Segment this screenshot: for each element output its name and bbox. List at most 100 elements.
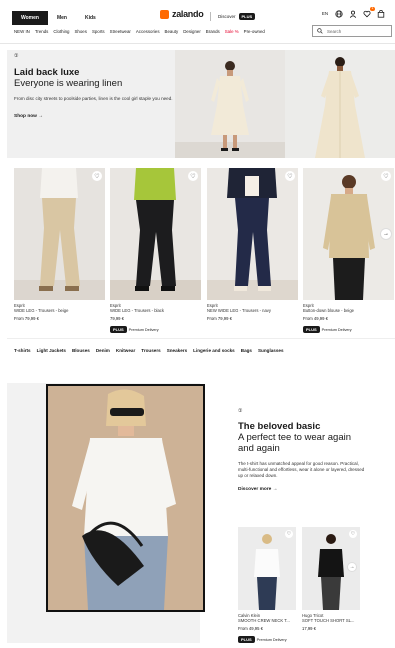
hero-text: ① Laid back luxe Everyone is wearing lin…: [14, 50, 174, 119]
logo-text: zalando: [172, 9, 204, 19]
product-price: From 79,99 €: [207, 316, 232, 321]
wishlist-heart-icon[interactable]: ♡: [349, 530, 357, 538]
zalando-logo-icon: [160, 9, 169, 19]
product-image[interactable]: ♡: [207, 168, 298, 300]
premium-delivery-label: Premium Delivery: [256, 637, 287, 642]
category-link[interactable]: Sunglasses: [258, 348, 284, 353]
language-selector[interactable]: EN: [321, 10, 329, 18]
discover-more-link[interactable]: Discover more →: [238, 487, 368, 492]
hero-description: From disc city streets to poolside parti…: [14, 96, 173, 101]
product-name: NEW WIDE LEG - Trousers - navy: [207, 308, 271, 313]
zalando-logo[interactable]: zalando: [160, 9, 204, 19]
premium-delivery: PLUS Premium Delivery: [110, 326, 201, 333]
basic-text: ① The beloved basic A perfect tee to wea…: [238, 408, 368, 492]
product-image[interactable]: ♡: [238, 527, 296, 610]
header-divider: [0, 43, 395, 44]
nav-sports[interactable]: Sports: [92, 29, 105, 34]
wishlist-heart-icon[interactable]: ♡: [381, 171, 391, 181]
sponsored-info-icon[interactable]: ①: [14, 53, 174, 59]
category-link[interactable]: Trousers: [141, 348, 160, 353]
header-icons: EN 1: [321, 6, 385, 18]
product-card[interactable]: ♡ Esprit Button-down blouse - beige From…: [303, 168, 394, 333]
nav-new-in[interactable]: NEW IN: [14, 29, 30, 34]
category-link[interactable]: Sneakers: [167, 348, 187, 353]
premium-delivery: PLUS Premium Delivery: [303, 326, 394, 333]
gender-tabs: Women Men Kids: [12, 11, 105, 25]
nav-shoes[interactable]: Shoes: [74, 29, 86, 34]
product-price: From 79,99 €: [14, 316, 39, 321]
tab-men[interactable]: Men: [48, 11, 76, 25]
product-price: From 49,95 €: [238, 626, 263, 631]
search-placeholder: Search: [327, 28, 342, 34]
category-link[interactable]: Blouses: [72, 348, 90, 353]
chevron-right-icon: →: [383, 231, 389, 237]
product-card[interactable]: ♡ Calvin Klein SMOOTH CREW NECK T... Fro…: [238, 527, 296, 643]
hero-image-left[interactable]: [175, 50, 285, 158]
nav-designer[interactable]: Designer: [183, 29, 201, 34]
tab-women[interactable]: Women: [12, 11, 48, 25]
category-link[interactable]: Lingerie and socks: [193, 348, 235, 353]
nav-pre-owned[interactable]: Pre-owned: [244, 29, 265, 34]
product-card[interactable]: ♡ Esprit NEW WIDE LEG - Trousers - navy …: [207, 168, 298, 321]
product-image[interactable]: ♡: [110, 168, 201, 300]
product-image[interactable]: ♡: [14, 168, 105, 300]
divider: [210, 12, 211, 21]
discover-label: Discover: [218, 14, 236, 19]
plus-badge: PLUS: [238, 636, 255, 643]
plus-badge: PLUS: [303, 326, 320, 333]
premium-delivery: PLUS Premium Delivery: [238, 636, 296, 643]
product-card[interactable]: ♡ Esprit WIDE LEG - Trousers - beige Fro…: [14, 168, 105, 321]
hero-title: Laid back luxe: [14, 67, 80, 78]
category-link[interactable]: Light Jackets: [37, 348, 66, 353]
search-icon: [317, 28, 323, 34]
product-price: 17,99 €: [302, 626, 316, 631]
product-name: SOFT TOUCH SHORT SL...: [302, 618, 355, 623]
product-name: WIDE LEG - Trousers - beige: [14, 308, 69, 313]
product-name: WIDE LEG - Trousers - black: [110, 308, 164, 313]
carousel-next-button[interactable]: →: [380, 228, 392, 240]
wishlist-heart-icon[interactable]: ♡: [285, 171, 295, 181]
discover-plus[interactable]: Discover PLUS: [210, 12, 256, 21]
editorial-image[interactable]: [46, 384, 205, 612]
category-link[interactable]: Knitwear: [116, 348, 135, 353]
plus-badge: PLUS: [238, 13, 256, 20]
category-link[interactable]: Bags: [241, 348, 252, 353]
hero-image-right[interactable]: [285, 50, 395, 158]
plus-badge: PLUS: [110, 326, 127, 333]
category-links: T-shirts Light Jackets Blouses Denim Kni…: [14, 348, 284, 353]
category-link[interactable]: Denim: [96, 348, 110, 353]
wishlist-heart-icon[interactable]: 1: [363, 6, 375, 18]
nav-clothing[interactable]: Clothing: [53, 29, 69, 34]
product-card[interactable]: ♡ Hugo Tricot SOFT TOUCH SHORT SL... 17,…: [302, 527, 360, 631]
hero-subtitle: Everyone is wearing linen: [14, 78, 123, 89]
product-name: Button-down blouse - beige: [303, 308, 354, 313]
chevron-right-icon: →: [349, 564, 355, 570]
tab-kids[interactable]: Kids: [76, 11, 105, 25]
product-name: SMOOTH CREW NECK T...: [238, 618, 290, 623]
product-card[interactable]: ♡ Esprit WIDE LEG - Trousers - black 79,…: [110, 168, 201, 333]
nav-sale[interactable]: Sale %: [225, 29, 239, 34]
wishlist-heart-icon[interactable]: ♡: [188, 171, 198, 181]
premium-delivery-label: Premium Delivery: [321, 327, 352, 332]
main-nav: NEW IN Trends Clothing Shoes Sports Stre…: [14, 29, 265, 34]
section-divider: [7, 338, 395, 339]
wishlist-count-badge: 1: [370, 6, 375, 11]
wishlist-heart-icon[interactable]: ♡: [92, 171, 102, 181]
category-link[interactable]: T-shirts: [14, 348, 31, 353]
basic-description: The t-shirt has unmatched appeal for goo…: [238, 461, 365, 478]
nav-trends[interactable]: Trends: [35, 29, 49, 34]
globe-icon[interactable]: [335, 10, 343, 18]
shop-now-link[interactable]: Shop now →: [14, 114, 174, 119]
nav-streetwear[interactable]: Streetwear: [110, 29, 131, 34]
user-icon[interactable]: [349, 10, 357, 18]
carousel-next-button[interactable]: →: [347, 562, 357, 572]
wishlist-heart-icon[interactable]: ♡: [285, 530, 293, 538]
nav-accessories[interactable]: Accessories: [136, 29, 160, 34]
nav-brands[interactable]: Brands: [206, 29, 220, 34]
nav-beauty[interactable]: Beauty: [165, 29, 179, 34]
shopping-bag-icon[interactable]: [377, 10, 385, 18]
sponsored-info-icon[interactable]: ①: [238, 408, 368, 414]
product-price: From 49,99 €: [303, 316, 328, 321]
search-box[interactable]: Search: [312, 25, 392, 37]
basic-subtitle: A perfect tee to wear again and again: [238, 432, 352, 454]
